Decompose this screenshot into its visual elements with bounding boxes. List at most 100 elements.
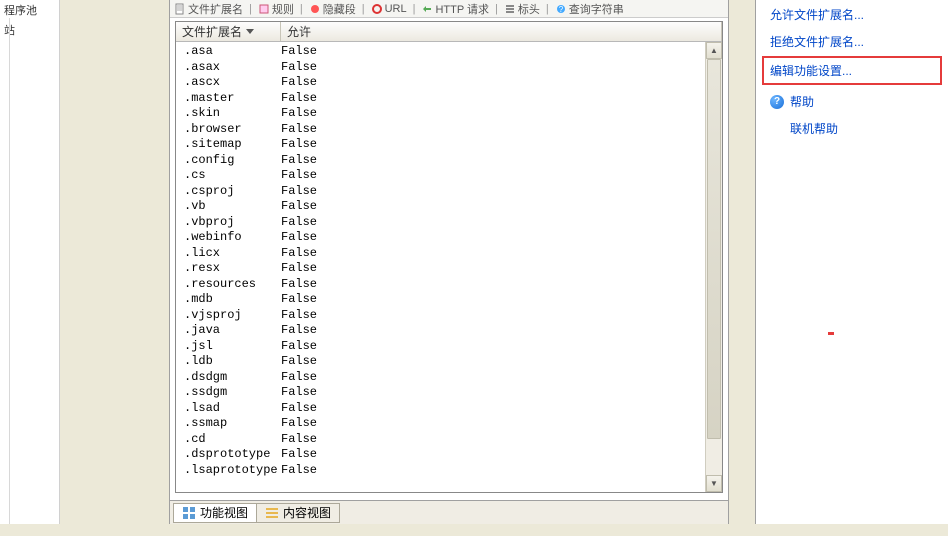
cell-extension: .ssdgm [176,385,281,401]
table-row[interactable]: .csprojFalse [176,184,705,200]
cell-allow: False [281,122,705,138]
cell-allow: False [281,60,705,76]
cell-allow: False [281,323,705,339]
scroll-up-button[interactable]: ▲ [706,42,722,59]
action-online-help[interactable]: 联机帮助 [756,114,948,141]
cell-allow: False [281,153,705,169]
annotation-marker [828,332,834,335]
document-icon [174,3,186,15]
toolbar-tab-query[interactable]: ? 查询字符串 [551,1,628,17]
extension-list: 文件扩展名 允许 .asaFalse.asaxFalse.ascxFalse.m… [175,21,723,493]
table-row[interactable]: .masterFalse [176,91,705,107]
cell-extension: .jsl [176,339,281,355]
table-row[interactable]: .configFalse [176,153,705,169]
cell-allow: False [281,137,705,153]
cell-extension: .asa [176,44,281,60]
table-row[interactable]: .mdbFalse [176,292,705,308]
cell-extension: .dsprototype [176,447,281,463]
cell-allow: False [281,199,705,215]
cell-allow: False [281,370,705,386]
cell-extension: .webinfo [176,230,281,246]
table-row[interactable]: .resourcesFalse [176,277,705,293]
tab-content-view[interactable]: 内容视图 [256,503,340,523]
splitter-gutter [60,0,170,524]
toolbar-tab-url[interactable]: URL [367,3,411,15]
table-row[interactable]: .dsdgmFalse [176,370,705,386]
cell-allow: False [281,75,705,91]
cell-extension: .cs [176,168,281,184]
bottom-strip [0,524,948,536]
table-row[interactable]: .webinfoFalse [176,230,705,246]
action-deny-extension[interactable]: 拒绝文件扩展名... [756,27,948,54]
toolbar-tab-http[interactable]: HTTP 请求 [417,1,493,17]
cell-allow: False [281,308,705,324]
cell-extension: .licx [176,246,281,262]
table-row[interactable]: .licxFalse [176,246,705,262]
hidden-icon [309,3,321,15]
vertical-scrollbar[interactable]: ▲ ▼ [705,42,722,492]
cell-allow: False [281,447,705,463]
content-view-icon [265,506,279,520]
cell-extension: .vjsproj [176,308,281,324]
table-row[interactable]: .browserFalse [176,122,705,138]
table-row[interactable]: .javaFalse [176,323,705,339]
scroll-thumb[interactable] [707,59,721,439]
rules-icon [258,3,270,15]
table-row[interactable]: .dsprototypeFalse [176,447,705,463]
table-row[interactable]: .ssdgmFalse [176,385,705,401]
table-row[interactable]: .lsaprototypeFalse [176,463,705,479]
cell-allow: False [281,246,705,262]
action-help[interactable]: ? 帮助 [756,87,948,114]
cell-allow: False [281,44,705,60]
table-row[interactable]: .jslFalse [176,339,705,355]
table-row[interactable]: .cdFalse [176,432,705,448]
table-row[interactable]: .ldbFalse [176,354,705,370]
table-row[interactable]: .csFalse [176,168,705,184]
toolbar-tab-headers[interactable]: 标头 [500,1,544,17]
cell-extension: .ascx [176,75,281,91]
tab-features-view[interactable]: 功能视图 [173,503,257,523]
cell-allow: False [281,463,705,479]
action-edit-feature-settings[interactable]: 编辑功能设置... [762,56,942,85]
cell-allow: False [281,416,705,432]
sort-desc-icon [246,29,254,34]
actions-panel: 允许文件扩展名... 拒绝文件扩展名... 编辑功能设置... ? 帮助 联机帮… [756,0,948,524]
query-icon: ? [555,3,567,15]
action-allow-extension[interactable]: 允许文件扩展名... [756,0,948,27]
vertical-splitter[interactable] [728,0,756,524]
table-row[interactable]: .ssmapFalse [176,416,705,432]
help-icon: ? [770,95,784,109]
cell-allow: False [281,261,705,277]
table-row[interactable]: .skinFalse [176,106,705,122]
table-row[interactable]: .ascxFalse [176,75,705,91]
toolbar-tab-hidden[interactable]: 隐藏段 [305,1,360,17]
cell-allow: False [281,401,705,417]
table-row[interactable]: .sitemapFalse [176,137,705,153]
cell-extension: .csproj [176,184,281,200]
table-row[interactable]: .vjsprojFalse [176,308,705,324]
cell-extension: .config [176,153,281,169]
view-tabs: 功能视图 内容视图 [170,500,728,524]
cell-allow: False [281,106,705,122]
cell-allow: False [281,215,705,231]
cell-allow: False [281,91,705,107]
table-row[interactable]: .vbFalse [176,199,705,215]
cell-allow: False [281,339,705,355]
cell-allow: False [281,277,705,293]
list-header: 文件扩展名 允许 [176,22,722,42]
column-header-allow[interactable]: 允许 [281,22,722,41]
scroll-down-button[interactable]: ▼ [706,475,722,492]
cell-allow: False [281,354,705,370]
table-row[interactable]: .asaxFalse [176,60,705,76]
table-row[interactable]: .asaFalse [176,44,705,60]
column-header-extension[interactable]: 文件扩展名 [176,22,281,41]
tree-fragment: 程序池 站 [0,0,60,524]
table-row[interactable]: .vbprojFalse [176,215,705,231]
toolbar-tab-file-ext[interactable]: 文件扩展名 [170,1,247,17]
toolbar-tab-rules[interactable]: 规则 [254,1,298,17]
cell-extension: .java [176,323,281,339]
table-row[interactable]: .lsadFalse [176,401,705,417]
table-row[interactable]: .resxFalse [176,261,705,277]
cell-allow: False [281,385,705,401]
main-panel: 文件扩展名 | 规则 | 隐藏段 | URL | HTTP 请求 | 标头 | … [170,0,728,524]
